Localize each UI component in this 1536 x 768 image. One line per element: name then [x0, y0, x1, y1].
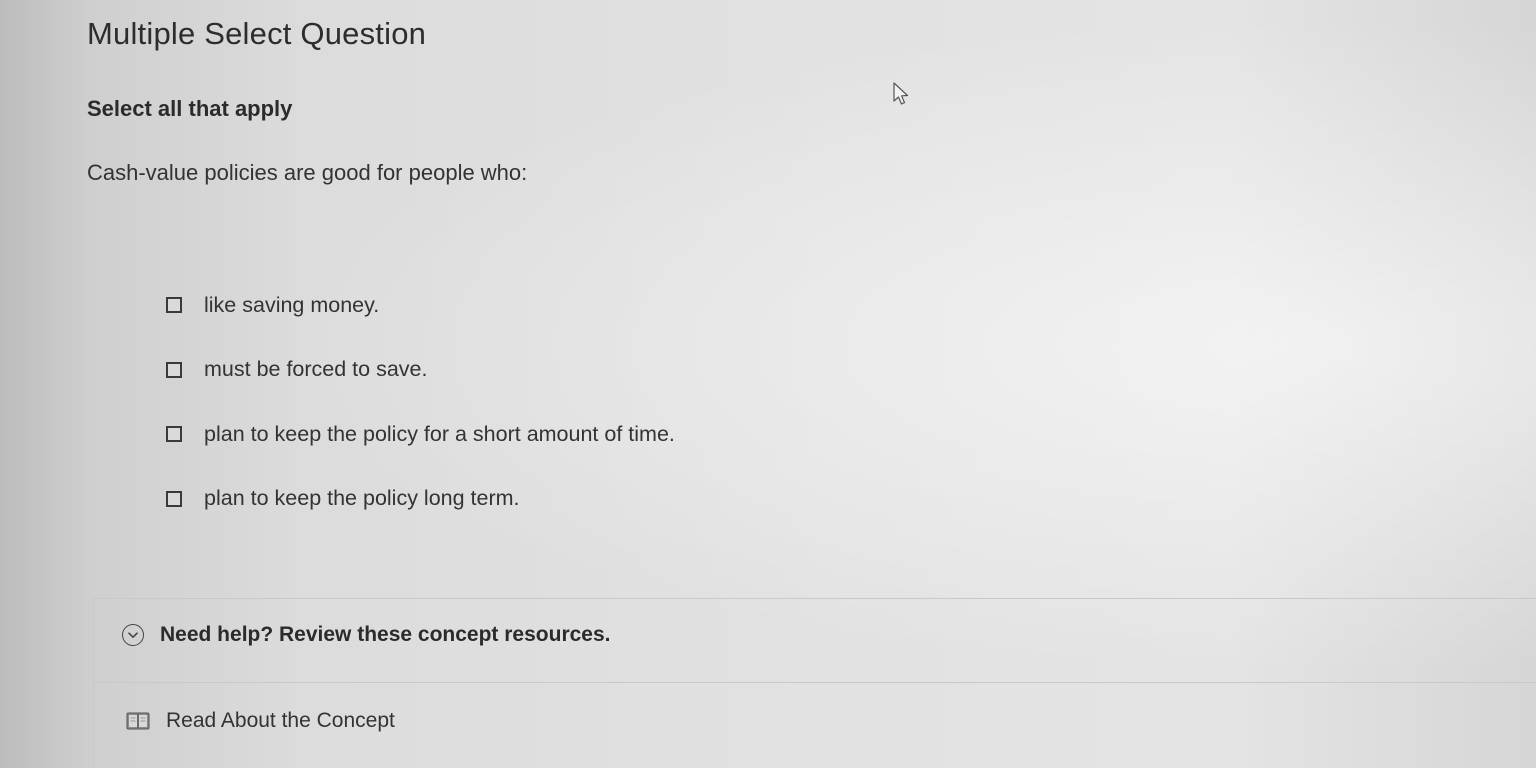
instruction-text: Select all that apply	[87, 96, 293, 121]
checkbox[interactable]	[166, 490, 182, 507]
option-label: plan to keep the policy for a short amou…	[204, 421, 675, 446]
option-short-term[interactable]: plan to keep the policy for a short amou…	[166, 419, 966, 449]
question-type-heading: Multiple Select Question	[87, 16, 427, 51]
option-like-saving-money[interactable]: like saving money.	[166, 290, 966, 320]
help-toggle[interactable]: Need help? Review these concept resource…	[122, 623, 611, 647]
option-forced-to-save[interactable]: must be forced to save.	[166, 355, 966, 385]
resource-label: Read About the Concept	[166, 709, 395, 732]
option-label: plan to keep the policy long term.	[204, 486, 520, 510]
help-divider	[94, 682, 1536, 683]
question-prompt: Cash-value policies are good for people …	[87, 160, 528, 185]
answer-options: like saving money. must be forced to sav…	[166, 290, 966, 548]
book-icon	[126, 712, 150, 730]
option-long-term[interactable]: plan to keep the policy long term.	[166, 484, 966, 514]
checkbox[interactable]	[166, 426, 182, 442]
help-resources-panel: Need help? Review these concept resource…	[93, 598, 1536, 768]
mouse-cursor-icon	[893, 82, 909, 105]
chevron-down-icon[interactable]	[122, 624, 144, 646]
read-about-concept-link[interactable]: Read About the Concept	[126, 709, 395, 733]
help-title: Need help? Review these concept resource…	[160, 623, 611, 646]
checkbox[interactable]	[166, 361, 182, 378]
question-page: Multiple Select Question Select all that…	[0, 0, 1536, 768]
option-label: must be forced to save.	[204, 357, 428, 381]
checkbox[interactable]	[166, 297, 182, 313]
option-label: like saving money.	[204, 292, 380, 317]
